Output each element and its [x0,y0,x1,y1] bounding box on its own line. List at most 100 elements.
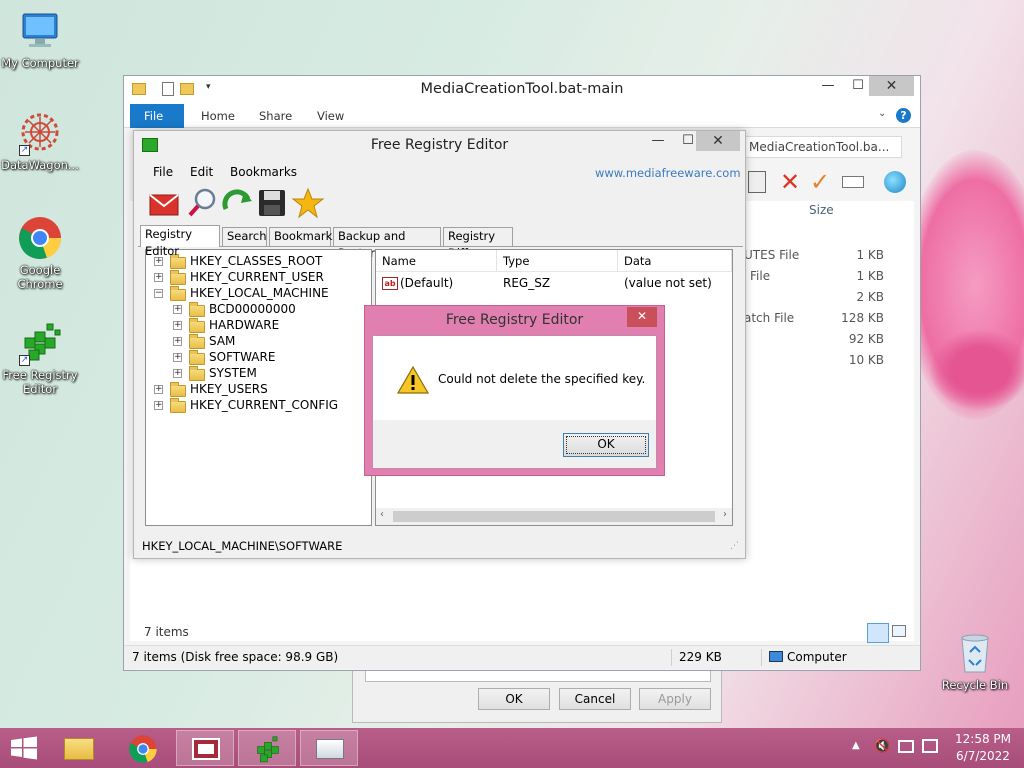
website-link[interactable]: www.mediafreeware.com [595,166,741,180]
tab-view[interactable]: View [303,104,358,128]
folder-icon [189,302,205,317]
list-item[interactable]: 92 KB [744,332,884,350]
menu-bookmarks[interactable]: Bookmarks [230,165,297,179]
registry-tree: + HKEY_CLASSES_ROOT + HKEY_CURRENT_USER − HKE… [145,249,372,526]
tab-registry-diff[interactable]: Registry Diff [443,227,513,260]
tree-item[interactable]: + BCD00000000 [146,301,370,317]
menu-edit[interactable]: Edit [190,165,213,179]
resize-grip-icon[interactable]: ⋰ [730,535,739,557]
dialog-ok-button[interactable]: OK [563,433,649,457]
expand-icon[interactable]: + [173,321,182,330]
tree-item[interactable]: + HKEY_CLASSES_ROOT [146,253,370,269]
expand-icon[interactable]: + [154,401,163,410]
tree-item[interactable]: + SYSTEM [146,365,370,381]
menu-file[interactable]: File [153,165,173,179]
tab-backup-restore[interactable]: Backup and Restore [333,227,441,260]
email-button[interactable] [148,187,182,221]
tree-item[interactable]: + HKEY_CURRENT_USER [146,269,370,285]
help-icon[interactable]: ? [896,108,911,123]
taskbar-other-app[interactable] [300,730,358,766]
large-icons-view-icon[interactable] [892,625,906,637]
desktop-icon-my-computer[interactable]: My Computer [0,8,80,70]
desktop-icon-free-registry-editor[interactable]: ↗ Free Registry Editor [0,320,80,396]
column-size-header[interactable]: Size [809,203,834,217]
paste-icon[interactable] [748,171,766,193]
list-item[interactable]: atch File 128 KB [744,311,884,329]
registry-editor-icon: ↗ [17,320,63,366]
collapse-icon[interactable]: − [154,289,163,298]
string-value-icon: ab [382,277,398,290]
rename-icon[interactable] [842,176,864,188]
tree-item[interactable]: + HKEY_USERS [146,381,370,397]
expand-icon[interactable]: + [154,385,163,394]
volume-muted-icon[interactable]: 🔇 [874,739,890,754]
column-name[interactable]: Name [376,250,497,272]
action-center-icon[interactable] [922,739,938,753]
list-item[interactable]: 2 KB [744,290,884,308]
refresh-button[interactable] [222,187,256,221]
list-item[interactable]: 10 KB [744,353,884,371]
save-button[interactable] [256,187,290,221]
delete-icon[interactable]: ✕ [780,169,800,195]
taskbar-datawagon[interactable] [176,730,234,766]
horizontal-scrollbar[interactable]: ‹ › [376,508,732,525]
start-button[interactable] [10,736,38,760]
taskbar-file-explorer[interactable] [50,730,108,766]
tree-item[interactable]: + HARDWARE [146,317,370,333]
clock-date[interactable]: 6/7/2022 [955,749,1011,763]
properties-ok-button[interactable]: OK [478,688,550,710]
network-icon[interactable] [898,740,914,753]
scroll-right-icon[interactable]: › [723,509,727,520]
registry-minimize-button[interactable]: — [644,131,672,151]
maximize-button[interactable]: ☐ [844,76,872,96]
taskbar-free-registry-editor[interactable] [238,730,296,766]
expand-icon[interactable]: + [173,369,182,378]
tree-item[interactable]: + SOFTWARE [146,349,370,365]
list-item[interactable]: UTES File 1 KB [744,248,884,266]
list-item[interactable]: File 1 KB [744,269,884,287]
registry-tabs: Registry Editor Search Bookmarks Backup … [138,225,743,260]
scroll-thumb[interactable] [393,511,715,522]
tab-search[interactable]: Search [222,227,267,246]
globe-icon[interactable] [884,171,906,193]
column-data[interactable]: Data [618,250,732,272]
tree-item[interactable]: + HKEY_CURRENT_CONFIG [146,397,370,413]
expand-icon[interactable]: + [173,353,182,362]
scroll-left-icon[interactable]: ‹ [380,509,384,520]
status-divider [761,649,762,666]
values-header: Name Type Data [376,250,732,272]
close-button[interactable]: ✕ [869,76,914,96]
tab-home[interactable]: Home [187,104,249,128]
address-search-box[interactable]: MediaCreationTool.ba... [744,136,902,158]
clock-time[interactable]: 12:58 PM [955,732,1011,746]
properties-apply-button[interactable]: Apply [639,688,711,710]
expand-icon[interactable]: + [173,305,182,314]
ribbon-expand-icon[interactable]: ⌄ [878,108,886,119]
folder-icon [170,382,186,397]
dialog-ok-label: OK [597,437,615,451]
desktop-icon-google-chrome[interactable]: Google Chrome [0,215,80,291]
dialog-close-button[interactable]: ✕ [627,307,657,327]
search-button[interactable] [186,187,220,221]
tree-item[interactable]: + SAM [146,333,370,349]
registry-close-button[interactable]: ✕ [696,131,740,151]
expand-icon[interactable]: + [173,337,182,346]
expand-icon[interactable]: + [154,273,163,282]
app-monitor-icon [316,739,344,759]
checkmark-icon[interactable]: ✓ [810,169,830,195]
tab-share[interactable]: Share [245,104,306,128]
show-hidden-icons-icon[interactable]: ▲ [852,740,860,751]
desktop-icon-recycle-bin[interactable]: Recycle Bin [935,630,1015,692]
column-type[interactable]: Type [497,250,618,272]
desktop-icon-datawagon[interactable]: ↗ DataWagon... [0,110,80,172]
table-row[interactable]: ab (Default) REG_SZ (value not set) [376,275,732,293]
bookmark-button[interactable] [291,187,326,221]
tab-bookmarks[interactable]: Bookmarks [269,227,338,246]
minimize-button[interactable]: — [814,76,842,96]
tree-item[interactable]: − HKEY_LOCAL_MACHINE [146,285,370,301]
taskbar-chrome[interactable] [114,730,172,766]
details-view-icon[interactable] [867,623,889,643]
tab-file[interactable]: File [130,104,184,128]
tab-registry-editor[interactable]: Registry Editor [140,225,220,258]
properties-cancel-button[interactable]: Cancel [559,688,631,710]
